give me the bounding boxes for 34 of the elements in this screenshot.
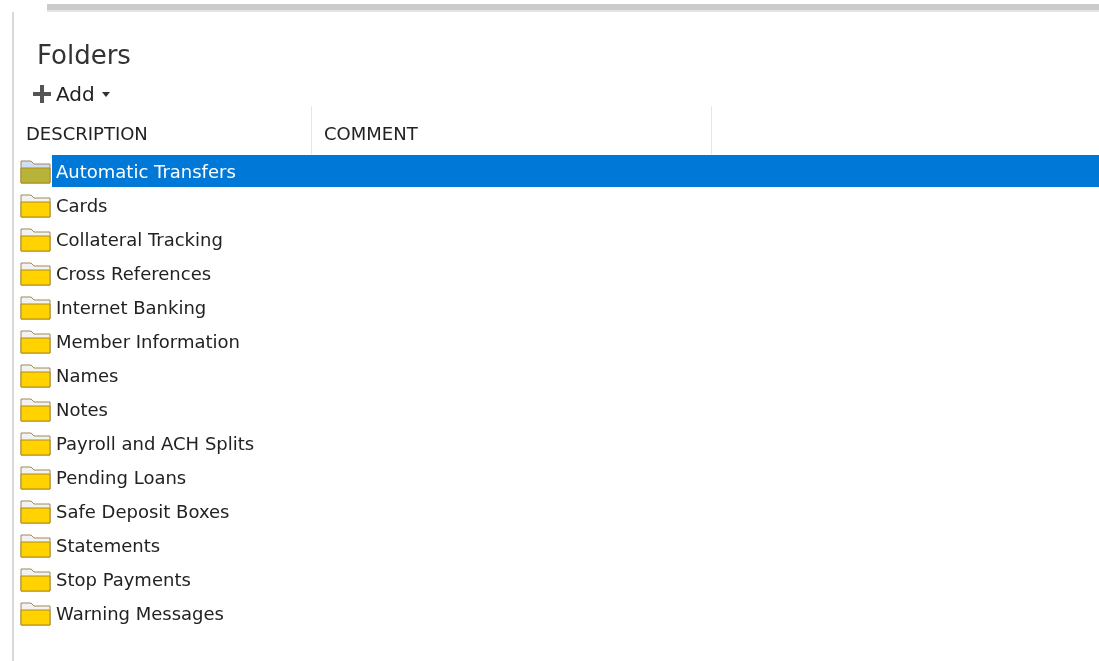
folder-row[interactable]: Names (52, 359, 1099, 391)
folder-row[interactable]: Member Information (52, 325, 1099, 357)
folder-row[interactable]: Collateral Tracking (52, 223, 1099, 255)
folder-row[interactable]: Automatic Transfers (52, 155, 1099, 187)
folder-row[interactable]: Stop Payments (52, 563, 1099, 595)
scrollbar[interactable] (47, 4, 1099, 12)
column-header[interactable]: DESCRIPTION (26, 123, 148, 144)
column-header[interactable]: COMMENT (324, 123, 418, 144)
folder-icon (20, 327, 52, 355)
folder-row[interactable]: Statements (52, 529, 1099, 561)
panel-title: Folders (37, 39, 132, 72)
folder-row[interactable]: Payroll and ACH Splits (52, 427, 1099, 459)
add-button[interactable]: Add (32, 82, 113, 106)
folder-icon (20, 463, 52, 491)
plus-icon (32, 84, 52, 104)
folder-icon (20, 395, 52, 423)
folder-icon (20, 293, 52, 321)
folder-icon (20, 157, 52, 185)
folder-icon (20, 497, 52, 525)
folder-row[interactable]: Notes (52, 393, 1099, 425)
folder-row[interactable]: Cards (52, 189, 1099, 221)
folder-icon (20, 191, 52, 219)
folder-row[interactable]: Warning Messages (52, 597, 1099, 629)
folder-icon (20, 531, 52, 559)
folder-icon (20, 361, 52, 389)
folder-icon (20, 429, 52, 457)
folder-icon (20, 565, 52, 593)
folder-icon (20, 259, 52, 287)
folder-row[interactable]: Internet Banking (52, 291, 1099, 323)
folder-icon (20, 225, 52, 253)
folder-row[interactable]: Pending Loans (52, 461, 1099, 493)
folder-icon (20, 599, 52, 627)
folder-row[interactable]: Cross References (52, 257, 1099, 289)
folder-row[interactable]: Safe Deposit Boxes (52, 495, 1099, 527)
